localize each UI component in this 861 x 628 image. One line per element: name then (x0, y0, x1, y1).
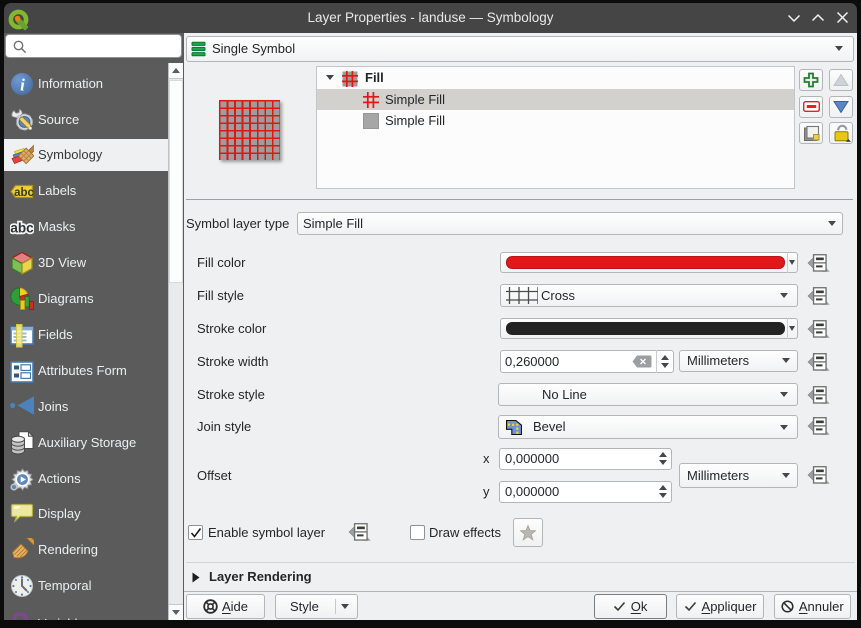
svg-text:abc: abc (14, 187, 34, 199)
svg-text:i: i (20, 75, 25, 94)
svg-text:abc: abc (10, 221, 34, 236)
